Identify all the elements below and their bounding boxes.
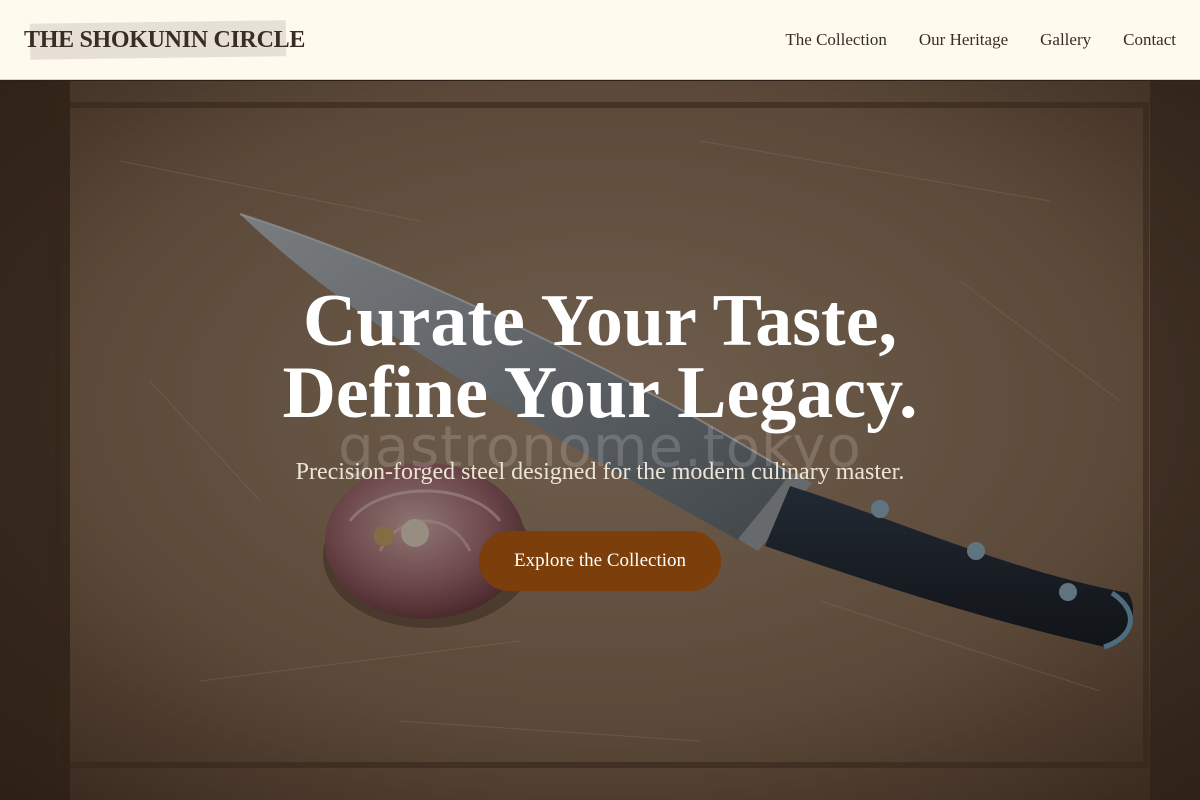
site-header: THE SHOKUNIN CIRCLE The Collection Our H…: [0, 0, 1200, 80]
explore-collection-button[interactable]: Explore the Collection: [479, 531, 721, 591]
nav-link-contact[interactable]: Contact: [1123, 30, 1176, 50]
hero-section: Curate Your Taste, Define Your Legacy. g…: [0, 81, 1200, 800]
nav-link-gallery[interactable]: Gallery: [1040, 30, 1091, 50]
nav-link-heritage[interactable]: Our Heritage: [919, 30, 1008, 50]
hero-title-line-1: Curate Your Taste,: [302, 280, 898, 362]
nav-link-collection[interactable]: The Collection: [785, 30, 887, 50]
hero-content: Curate Your Taste, Define Your Legacy. g…: [0, 81, 1200, 800]
brand-logo[interactable]: THE SHOKUNIN CIRCLE: [24, 20, 305, 60]
brand-name: THE SHOKUNIN CIRCLE: [24, 26, 306, 53]
hero-subtitle: Precision-forged steel designed for the …: [295, 459, 905, 485]
main-nav: The Collection Our Heritage Gallery Cont…: [785, 0, 1176, 80]
hero-title: Curate Your Taste, Define Your Legacy.: [0, 280, 1200, 430]
